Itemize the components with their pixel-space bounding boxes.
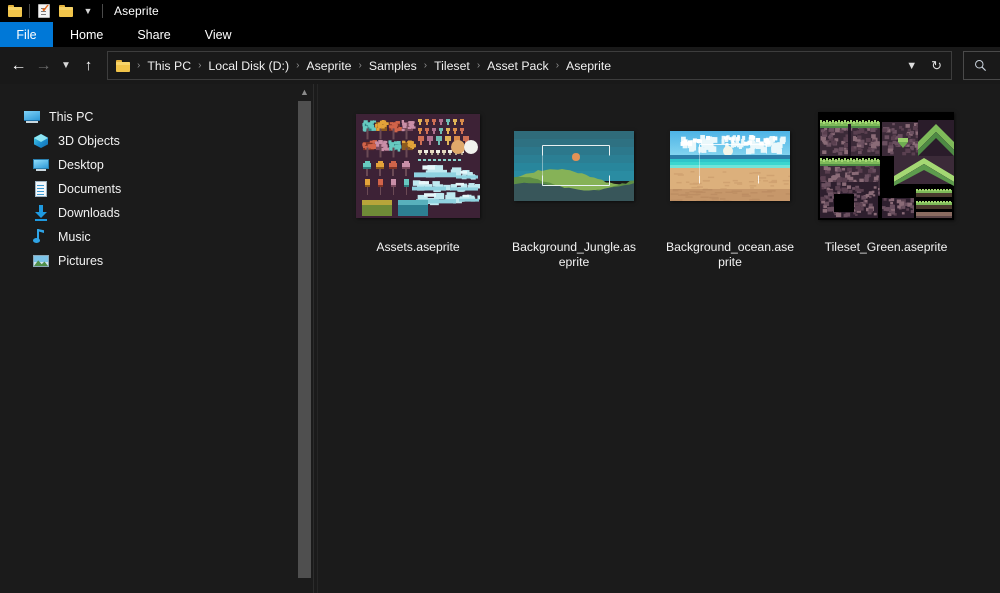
sidebar-item-3d-objects[interactable]: 3D Objects	[0, 129, 297, 153]
sidebar-item-label: Documents	[58, 182, 122, 196]
3d-objects-icon	[33, 133, 49, 149]
breadcrumb-item-this-pc[interactable]: This PC	[143, 57, 195, 75]
onedrive-icon	[24, 84, 40, 88]
breadcrumb-separator: ›	[137, 60, 141, 71]
address-folder-icon	[116, 59, 130, 72]
breadcrumb-separator: ›	[555, 60, 560, 71]
file-thumbnail	[356, 104, 480, 228]
sidebar-item-label: 3D Objects	[58, 134, 120, 148]
navigation-pane: OneDrive This PC 3D Objects Desktop	[0, 84, 297, 593]
quick-access-toolbar: ✓ ▼	[0, 0, 106, 22]
forward-button[interactable]: →	[31, 47, 56, 84]
breadcrumb-item-aseprite[interactable]: Aseprite	[302, 57, 355, 75]
sidebar-item-label: This PC	[49, 110, 94, 124]
new-folder-icon[interactable]	[55, 1, 77, 21]
downloads-icon	[33, 205, 49, 221]
toolbar-separator-2	[102, 4, 103, 18]
file-item-assets[interactable]: Assets.aseprite	[340, 104, 496, 270]
pane-divider[interactable]	[313, 84, 314, 593]
scrollbar-thumb[interactable]	[298, 101, 311, 578]
recent-locations-button[interactable]: ▼	[56, 47, 76, 84]
search-input[interactable]	[963, 51, 1000, 80]
sidebar-item-documents[interactable]: Documents	[0, 177, 297, 201]
file-item-background-jungle[interactable]: Background_Jungle.aseprite	[496, 104, 652, 270]
navigation-list: OneDrive This PC 3D Objects Desktop	[0, 84, 297, 273]
breadcrumb-item-samples[interactable]: Samples	[365, 57, 421, 75]
sidebar-item-this-pc[interactable]: This PC	[0, 105, 297, 129]
navigation-group-gap	[0, 92, 297, 105]
sidebar-item-pictures[interactable]: Pictures	[0, 249, 297, 273]
scrollbar-chevron-up-icon[interactable]: ▲	[297, 84, 312, 100]
properties-icon[interactable]: ✓	[33, 1, 55, 21]
file-name-label: Background_ocean.aseprite	[665, 240, 795, 269]
sidebar-item-desktop[interactable]: Desktop	[0, 153, 297, 177]
sidebar-item-music[interactable]: Music	[0, 225, 297, 249]
breadcrumb[interactable]: › This PC › Local Disk (D:) › Aseprite ›…	[107, 51, 952, 80]
ribbon-tab-bar: File Home Share View	[0, 22, 1000, 47]
file-thumbnail	[512, 104, 636, 228]
breadcrumb-separator: ›	[358, 60, 362, 71]
sidebar-item-downloads[interactable]: Downloads	[0, 201, 297, 225]
breadcrumb-item-asset-pack[interactable]: Asset Pack	[483, 57, 553, 75]
sidebar-item-label: Music	[58, 230, 91, 244]
refresh-icon[interactable]: ↻	[927, 58, 951, 74]
file-item-tileset-green[interactable]: Tileset_Green.aseprite	[808, 104, 964, 270]
sidebar-item-label: OneDrive	[49, 84, 102, 87]
breadcrumb-item-aseprite-current[interactable]: Aseprite	[562, 57, 615, 75]
file-name-label: Background_Jungle.aseprite	[512, 240, 636, 269]
file-list-view[interactable]: Assets.aseprite Background_Jungle.asepri…	[318, 84, 1000, 593]
breadcrumb-separator: ›	[476, 60, 481, 71]
pictures-icon	[33, 253, 49, 269]
breadcrumb-item-local-disk[interactable]: Local Disk (D:)	[204, 57, 293, 75]
desktop-icon	[33, 157, 49, 173]
breadcrumb-item-tileset[interactable]: Tileset	[430, 57, 474, 75]
toolbar-separator	[29, 4, 30, 18]
documents-icon	[33, 181, 49, 197]
file-name-label: Tileset_Green.aseprite	[824, 240, 948, 254]
breadcrumb-separator: ›	[198, 60, 202, 71]
up-button[interactable]: ↑	[76, 47, 101, 84]
file-thumbnail	[668, 104, 792, 228]
file-name-label: Assets.aseprite	[376, 240, 460, 254]
this-pc-icon	[24, 109, 40, 125]
sidebar-item-label: Downloads	[58, 206, 120, 220]
chevron-down-icon[interactable]: ▼	[77, 1, 99, 21]
search-icon	[975, 60, 987, 72]
breadcrumb-separator: ›	[296, 60, 300, 71]
navigation-scrollbar[interactable]: ▲	[297, 84, 312, 593]
sidebar-item-label: Desktop	[58, 158, 104, 172]
tab-view[interactable]: View	[188, 22, 249, 47]
back-button[interactable]: ←	[6, 47, 31, 84]
file-item-background-ocean[interactable]: Background_ocean.aseprite	[652, 104, 808, 270]
tab-share[interactable]: Share	[120, 22, 187, 47]
sidebar-item-onedrive[interactable]: OneDrive	[0, 84, 297, 92]
file-explorer-window: ✓ ▼ Aseprite File Home Share View ← → ▼ …	[0, 0, 1000, 593]
title-bar: ✓ ▼ Aseprite	[0, 0, 1000, 22]
tab-file[interactable]: File	[0, 22, 53, 47]
music-icon	[33, 229, 49, 245]
window-title: Aseprite	[114, 4, 159, 18]
folder-icon[interactable]	[4, 1, 26, 21]
sidebar-item-label: Pictures	[58, 254, 104, 268]
tab-home[interactable]: Home	[53, 22, 120, 47]
breadcrumb-separator: ›	[423, 60, 428, 71]
file-thumbnail	[818, 104, 954, 228]
file-grid: Assets.aseprite Background_Jungle.asepri…	[340, 104, 964, 270]
previous-locations-chevron-down-icon[interactable]: ▼	[896, 60, 927, 72]
